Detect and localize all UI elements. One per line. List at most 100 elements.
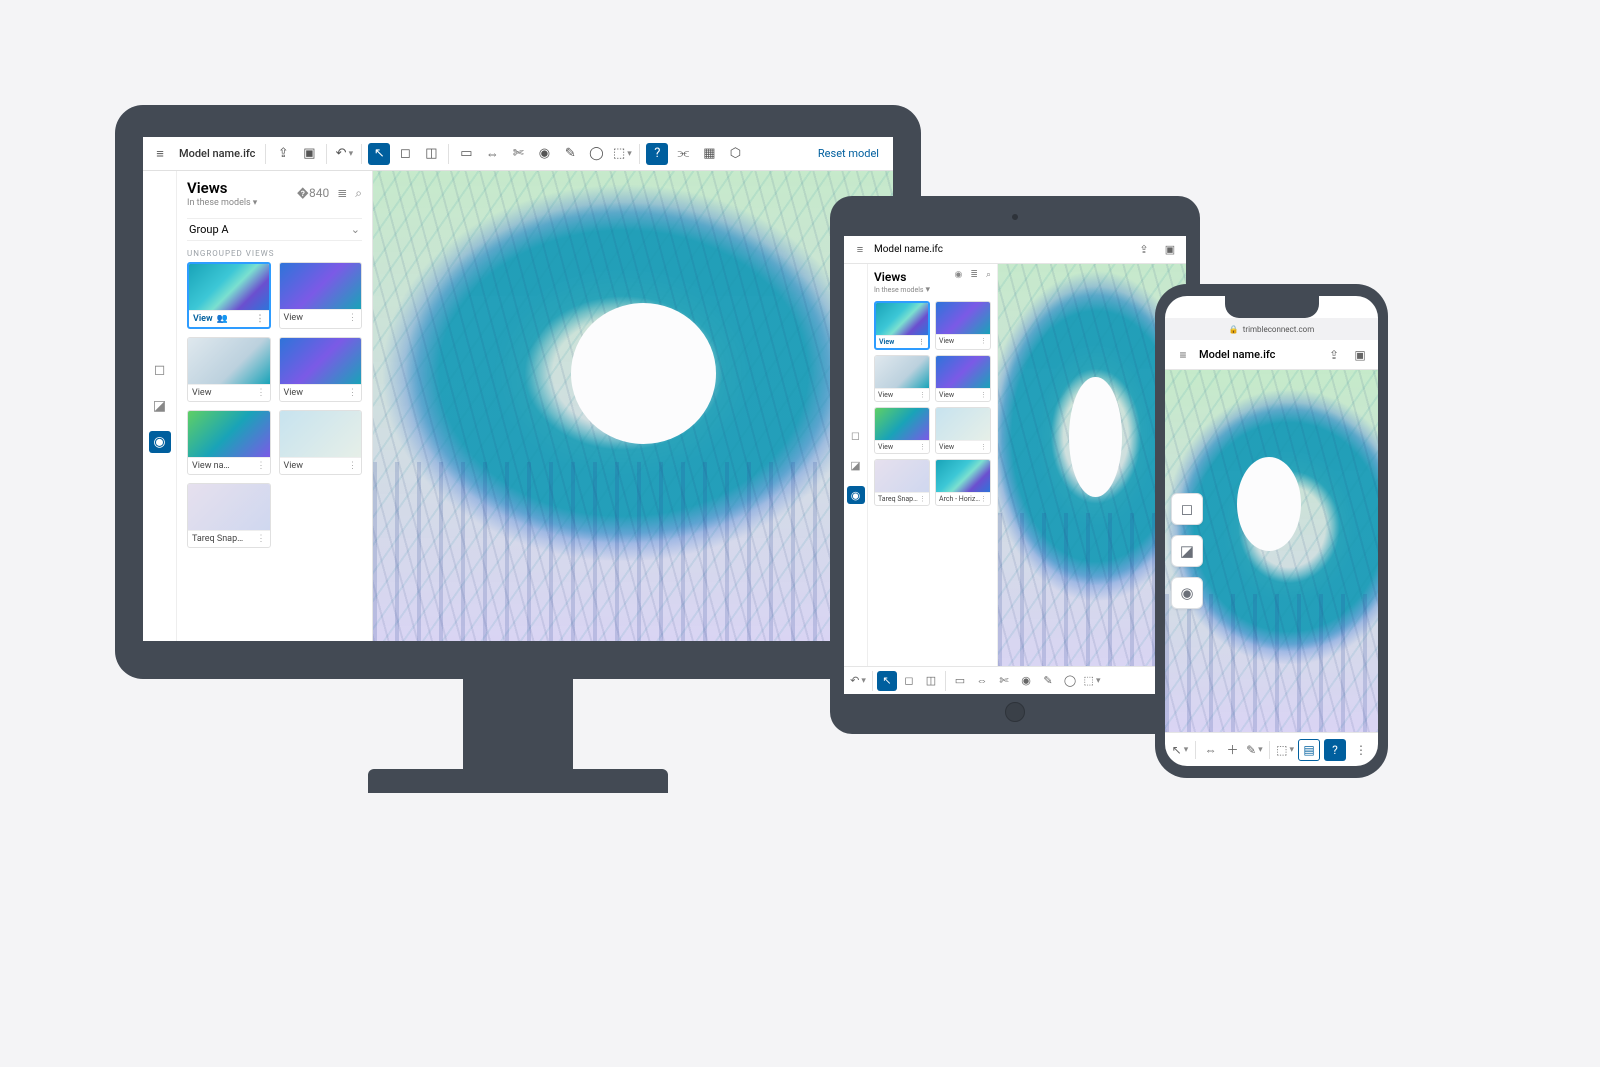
rail-todo-icon[interactable]: ◪ [149, 395, 171, 417]
box-select-tool[interactable]: ◻ [394, 143, 416, 165]
undo-icon[interactable]: ↶ [333, 143, 355, 165]
file-name: Model name.ifc [874, 244, 943, 255]
section-tool[interactable]: ▭ [950, 671, 970, 691]
thumb-more-icon[interactable]: ⋮ [980, 495, 987, 503]
views-subtitle[interactable]: In these models [874, 285, 930, 295]
thumb-more-icon[interactable]: ⋮ [919, 391, 926, 399]
rail-todo-icon[interactable]: ◪ [1171, 535, 1203, 567]
measure-tool[interactable]: ⇔ [481, 143, 503, 165]
rail-cube-icon[interactable]: ◻ [847, 426, 865, 444]
rail-todo-icon[interactable]: ◪ [847, 456, 865, 474]
add-view-icon[interactable]: �840 [297, 186, 330, 201]
measure-tool[interactable]: ⇔ [1202, 739, 1220, 761]
snapshot-icon[interactable]: ◉ [1016, 671, 1036, 691]
thumb-more-icon[interactable]: ⋮ [980, 337, 987, 345]
phone-viewport[interactable]: ◻ ◪ ◉ [1165, 370, 1378, 732]
add-view-icon[interactable]: ◉ [955, 270, 963, 280]
snapshot-icon[interactable]: ◉ [533, 143, 555, 165]
views-section-label: UNGROUPED VIEWS [187, 249, 362, 258]
cube-view-icon[interactable]: ⬚ [1082, 671, 1102, 691]
model-viewport[interactable] [373, 171, 893, 641]
view-thumb[interactable]: View⋮ [187, 337, 271, 402]
markup-icon[interactable]: ✎ [559, 143, 581, 165]
view-thumb[interactable]: View⋮ [935, 355, 991, 402]
thumb-more-icon[interactable]: ⋮ [256, 314, 265, 324]
markup-icon[interactable]: ✎ [1038, 671, 1058, 691]
thumb-label: View [879, 338, 894, 346]
share-add-icon[interactable]: ⇪ [1134, 240, 1154, 260]
cube-view-icon[interactable]: ⬚ [611, 143, 633, 165]
thumb-more-icon[interactable]: ⋮ [980, 443, 987, 451]
view-thumb[interactable]: View⋮ [874, 355, 930, 402]
package-icon[interactable]: ⬡ [724, 143, 746, 165]
undo-icon[interactable]: ↶ [848, 671, 868, 691]
measure-tool[interactable]: ⇔ [972, 671, 992, 691]
thumb-more-icon[interactable]: ⋮ [980, 391, 987, 399]
view-thumb[interactable]: View⋮ [279, 262, 363, 329]
pointer-tool[interactable]: ↖ [877, 671, 897, 691]
view-thumb[interactable]: View👥⋮ [187, 262, 271, 329]
share-add-icon[interactable]: ⇪ [272, 143, 294, 165]
view-thumb[interactable]: View na…⋮ [187, 410, 271, 475]
menu-icon[interactable]: ≡ [850, 240, 870, 260]
add-tool[interactable]: ＋ [1224, 739, 1242, 761]
more-icon[interactable]: ⋮ [1350, 739, 1372, 761]
rail-camera-icon[interactable]: ◉ [1171, 577, 1203, 609]
cut-tool[interactable]: ✄ [994, 671, 1014, 691]
help-icon[interactable]: ? [1324, 739, 1346, 761]
pointer-tool[interactable]: ↖ [1171, 739, 1189, 761]
search-icon[interactable]: ⌕ [355, 186, 362, 201]
link-icon[interactable]: ⫘ [672, 143, 694, 165]
rail-cube-icon[interactable]: ◻ [149, 359, 171, 381]
reset-model-button[interactable]: Reset model [810, 147, 887, 160]
view-thumb[interactable]: View⋮ [279, 410, 363, 475]
view-thumb[interactable]: Arch - Horiz…⋮ [935, 459, 991, 506]
thumb-more-icon[interactable]: ⋮ [257, 461, 266, 471]
thumb-more-icon[interactable]: ⋮ [919, 443, 926, 451]
folder-icon[interactable]: ▣ [1350, 345, 1370, 365]
crop-tool[interactable]: ◫ [420, 143, 442, 165]
views-subtitle[interactable]: In these models [187, 198, 257, 208]
view-thumb[interactable]: Tareq Snap…⋮ [874, 459, 930, 506]
ellipse-tool[interactable]: ◯ [1060, 671, 1080, 691]
search-icon[interactable]: ⌕ [986, 270, 991, 280]
chat-icon[interactable]: ▤ [1298, 739, 1320, 761]
sort-icon[interactable]: ≣ [337, 186, 347, 201]
rail-cube-icon[interactable]: ◻ [1171, 493, 1203, 525]
section-tool[interactable]: ▭ [455, 143, 477, 165]
view-thumb[interactable]: View⋮ [874, 407, 930, 454]
pointer-tool[interactable]: ↖ [368, 143, 390, 165]
sort-icon[interactable]: ≣ [970, 270, 978, 280]
thumb-more-icon[interactable]: ⋮ [348, 388, 357, 398]
view-thumb[interactable]: View⋮ [279, 337, 363, 402]
thumb-more-icon[interactable]: ⋮ [257, 534, 266, 544]
help-icon[interactable]: ? [646, 143, 668, 165]
thumb-more-icon[interactable]: ⋮ [919, 495, 926, 503]
grid-icon[interactable]: ▦ [698, 143, 720, 165]
thumb-more-icon[interactable]: ⋮ [257, 388, 266, 398]
view-thumb[interactable]: View⋮ [935, 301, 991, 350]
rail-camera-icon[interactable]: ◉ [149, 431, 171, 453]
menu-icon[interactable]: ≡ [149, 143, 171, 165]
thumb-more-icon[interactable]: ⋮ [348, 313, 357, 323]
browser-url-bar[interactable]: 🔒 trimbleconnect.com [1165, 318, 1378, 340]
thumb-label: View [939, 443, 954, 451]
thumb-preview [280, 411, 362, 457]
view-thumb[interactable]: Tareq Snap…⋮ [187, 483, 271, 548]
view-thumb[interactable]: View ⋮ [874, 301, 930, 350]
crop-tool[interactable]: ◫ [921, 671, 941, 691]
menu-icon[interactable]: ≡ [1173, 345, 1193, 365]
share-add-icon[interactable]: ⇪ [1324, 345, 1344, 365]
thumb-more-icon[interactable]: ⋮ [348, 461, 357, 471]
box-select-tool[interactable]: ◻ [899, 671, 919, 691]
view-thumb[interactable]: View ⋮ [935, 407, 991, 454]
markup-tool[interactable]: ✎ [1245, 739, 1263, 761]
cube-view-icon[interactable]: ⬚ [1276, 739, 1294, 761]
folder-icon[interactable]: ▣ [1160, 240, 1180, 260]
ellipse-tool[interactable]: ◯ [585, 143, 607, 165]
views-group-row[interactable]: Group A ⌄ [187, 218, 362, 241]
cut-tool[interactable]: ✄ [507, 143, 529, 165]
folder-icon[interactable]: ▣ [298, 143, 320, 165]
thumb-more-icon[interactable]: ⋮ [918, 338, 925, 346]
rail-camera-icon[interactable]: ◉ [847, 486, 865, 504]
